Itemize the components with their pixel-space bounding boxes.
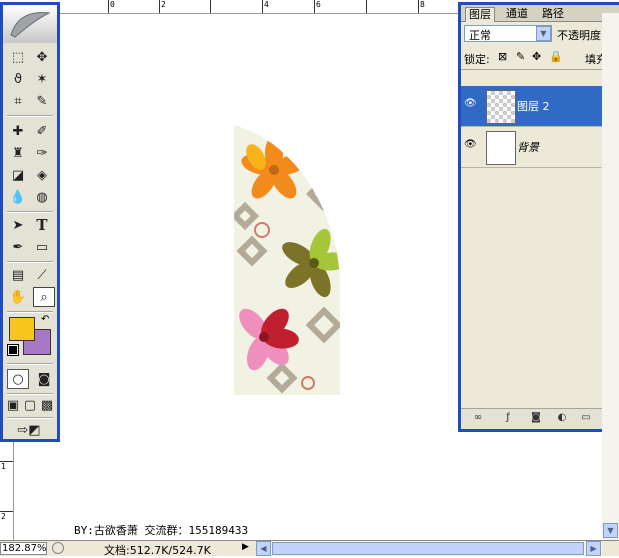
scroll-thumb[interactable] (272, 542, 584, 555)
eraser-tool-icon[interactable]: ◪ (7, 165, 29, 185)
link-icon[interactable]: ∞ (471, 412, 485, 425)
slice-tool-icon[interactable]: ✎ (31, 91, 53, 111)
layers-panel: 图层 通道 路径 正常 ▼ 不透明度: 1 锁定: ⊠ ✎ ✥ 🔒 填充: 1 … (458, 2, 619, 432)
tab-paths[interactable]: 路径 (539, 7, 567, 21)
layer-thumbnail (486, 131, 516, 165)
zoom-level[interactable]: 182.87% (0, 542, 47, 555)
toolbox: ⬚ ✥ ϑ ✶ ⌗ ✎ ✚ ✐ ♜ ✑ ◪ ◈ 💧 ◍ ➤ T ✒ ▭ ▤ ⟋ … (0, 2, 60, 442)
hand-tool-icon[interactable]: ✋ (7, 287, 29, 307)
layers-list: 👁 图层 2 👁 背景 (461, 69, 619, 412)
standard-mode-icon[interactable]: ○ (7, 369, 29, 389)
blend-mode-select[interactable]: 正常 ▼ (464, 25, 552, 42)
opacity-label: 不透明度: (557, 29, 605, 42)
dodge-tool-icon[interactable]: ◍ (31, 187, 53, 207)
layer-name: 图层 2 (517, 100, 550, 113)
layer-row[interactable]: 👁 背景 (461, 127, 619, 168)
chevron-down-icon: ▼ (536, 26, 551, 41)
shape-tool-icon[interactable]: ▭ (31, 237, 53, 257)
new-group-icon[interactable]: ▭ (579, 412, 593, 425)
jump-to-imageready-icon[interactable]: ⇨◩ (7, 420, 51, 440)
vertical-scrollbar[interactable]: ▼ (602, 13, 619, 540)
lasso-tool-icon[interactable]: ϑ (7, 69, 29, 89)
lock-pixels-icon[interactable]: ✎ (516, 50, 525, 63)
screen-mode-full-icon[interactable]: ▩ (39, 395, 55, 415)
ruler-number: 4 (264, 0, 269, 9)
scroll-right-button[interactable]: ▶ (586, 541, 601, 556)
layer-name: 背景 (517, 141, 539, 154)
ruler-number: 0 (110, 0, 115, 9)
foreground-color-swatch[interactable] (9, 317, 35, 341)
eye-icon[interactable]: 👁 (464, 98, 480, 112)
brush-tool-icon[interactable]: ✐ (31, 121, 53, 141)
eyedropper-icon[interactable]: ⟋ (31, 265, 53, 285)
paint-bucket-icon[interactable]: ◈ (31, 165, 53, 185)
pen-tool-icon[interactable]: ✒ (7, 237, 29, 257)
status-info-icon[interactable] (52, 542, 64, 554)
clone-stamp-icon[interactable]: ♜ (7, 143, 29, 163)
document-info: 文档:512.7K/524.7K (104, 544, 211, 557)
ruler-number: 1 (1, 462, 6, 471)
ruler-number: 2 (1, 512, 6, 521)
blur-tool-icon[interactable]: 💧 (7, 187, 29, 207)
screen-mode-full-menu-icon[interactable]: ▢ (22, 395, 38, 415)
feather-logo (3, 5, 57, 43)
horizontal-scrollbar[interactable]: ◀ ▶ (256, 541, 602, 556)
path-selection-icon[interactable]: ➤ (7, 215, 29, 235)
panel-tabs: 图层 通道 路径 (461, 5, 619, 22)
adjustment-layer-icon[interactable]: ◐ (555, 412, 569, 425)
blend-mode-value: 正常 (469, 29, 491, 42)
quick-mask-icon[interactable]: ◙ (33, 369, 55, 389)
scroll-left-button[interactable]: ◀ (256, 541, 271, 556)
healing-brush-icon[interactable]: ✚ (7, 121, 29, 141)
swap-colors-icon[interactable]: ↶ (41, 314, 49, 325)
scroll-down-button[interactable]: ▼ (603, 523, 618, 538)
lock-transparency-icon[interactable]: ⊠ (498, 50, 507, 63)
tab-channels[interactable]: 通道 (503, 7, 531, 21)
layer-mask-icon[interactable]: ◙ (529, 412, 543, 425)
tab-layers[interactable]: 图层 (465, 7, 495, 22)
lock-position-icon[interactable]: ✥ (532, 50, 541, 63)
layer-style-icon[interactable]: ƒ (501, 412, 515, 425)
text-tool-icon[interactable]: T (31, 215, 53, 235)
ruler-number: 2 (161, 0, 166, 9)
eye-icon[interactable]: 👁 (464, 139, 480, 153)
magic-wand-icon[interactable]: ✶ (31, 69, 53, 89)
panel-bottom-bar: ∞ ƒ ◙ ◐ ▭ ❑ (461, 408, 619, 429)
status-menu-arrow-icon[interactable]: ▶ (242, 542, 249, 552)
watermark-text: BY:古欲香萧 交流群：155189433 (74, 524, 249, 537)
lock-all-icon[interactable]: 🔒 (549, 50, 563, 63)
zoom-tool-icon[interactable]: ⌕ (33, 287, 55, 307)
lock-label: 锁定: (464, 53, 490, 66)
layer-row[interactable]: 👁 图层 2 (461, 86, 619, 127)
default-colors-icon[interactable] (7, 344, 19, 356)
screen-mode-standard-icon[interactable]: ▣ (5, 395, 21, 415)
move-tool-icon[interactable]: ✥ (31, 47, 53, 67)
status-bar: 182.87% 文档:512.7K/524.7K ▶ ◀ ▶ (0, 540, 619, 557)
crop-tool-icon[interactable]: ⌗ (7, 91, 29, 111)
marquee-tool-icon[interactable]: ⬚ (7, 47, 29, 67)
ruler-number: 6 (316, 0, 321, 9)
layer-thumbnail (486, 90, 516, 124)
history-brush-icon[interactable]: ✑ (31, 143, 53, 163)
notes-tool-icon[interactable]: ▤ (7, 265, 29, 285)
canvas-artwork (234, 125, 340, 395)
ruler-number: 8 (420, 0, 425, 9)
